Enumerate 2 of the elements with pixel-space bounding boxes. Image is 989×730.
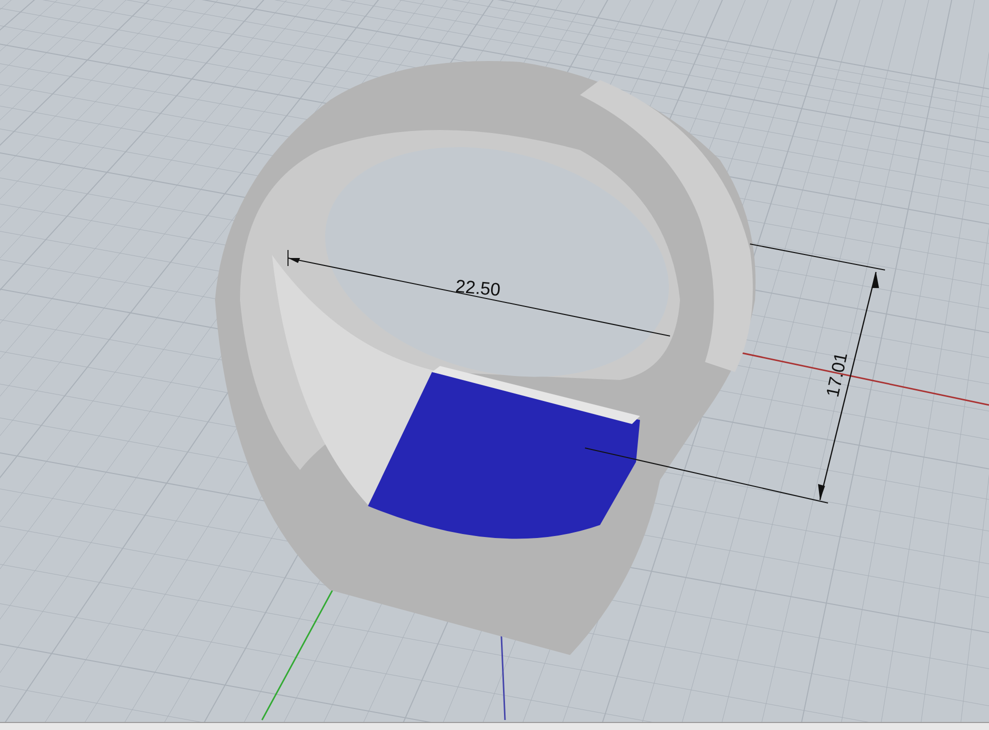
dimension-label: 17.01 xyxy=(822,350,852,399)
dimension-label: 22.50 xyxy=(454,276,502,300)
